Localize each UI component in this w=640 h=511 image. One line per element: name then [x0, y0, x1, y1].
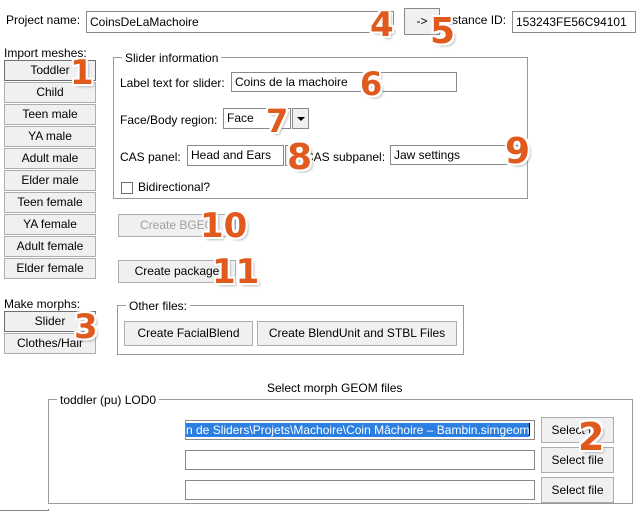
text-caret: [529, 423, 531, 436]
annotation-number-5: 5: [430, 11, 456, 52]
bidirectional-label: Bidirectional?: [138, 180, 211, 194]
morph-geom-path-input-1[interactable]: n de Sliders\Projets\Machoire\Coin Mâcho…: [185, 420, 535, 440]
cas-subpanel-input[interactable]: Jaw settings: [390, 145, 518, 165]
cas-subpanel-label: CAS subpanel:: [305, 150, 386, 164]
annotation-number-1: 1: [70, 53, 94, 93]
annotation-number-3: 3: [74, 307, 98, 347]
morph-geom-path-input-3[interactable]: [185, 480, 535, 500]
create-facialblend-button[interactable]: Create FacialBlend: [124, 321, 253, 346]
main-window: Project name: CoinsDeLaMachoire -> Insta…: [0, 0, 640, 509]
annotation-number-10: 10: [200, 206, 248, 246]
morph-geom-path-value-1: n de Sliders\Projets\Machoire\Coin Mâcho…: [186, 423, 530, 437]
slider-information-title: Slider information: [122, 51, 222, 65]
instance-id-input[interactable]: 153243FE56C94101: [512, 11, 636, 33]
morph-geom-path-input-2[interactable]: [185, 450, 535, 470]
mesh-button-elder-female[interactable]: Elder female: [4, 258, 96, 279]
annotation-number-11: 11: [212, 252, 260, 292]
chevron-down-icon[interactable]: [292, 108, 309, 129]
mesh-button-ya-female[interactable]: YA female: [4, 214, 96, 235]
project-name-input[interactable]: CoinsDeLaMachoire: [86, 11, 394, 33]
make-morphs-label: Make morphs:: [4, 297, 81, 311]
cas-panel-combobox[interactable]: Head and Ears: [187, 145, 302, 166]
mesh-button-teen-female[interactable]: Teen female: [4, 192, 96, 213]
face-body-region-label: Face/Body region:: [120, 113, 218, 127]
cas-panel-value: Head and Ears: [187, 145, 284, 166]
annotation-number-9: 9: [505, 131, 531, 172]
mesh-button-teen-male[interactable]: Teen male: [4, 104, 96, 125]
morph-geom-group-title: toddler (pu) LOD0: [57, 393, 160, 407]
mesh-button-elder-male[interactable]: Elder male: [4, 170, 96, 191]
mesh-button-adult-male[interactable]: Adult male: [4, 148, 96, 169]
select-file-button-3[interactable]: Select file: [541, 477, 614, 503]
label-text-for-slider-input[interactable]: Coins de la machoire: [231, 72, 457, 92]
project-name-label: Project name:: [6, 13, 81, 27]
annotation-number-8: 8: [287, 137, 313, 178]
other-files-title: Other files:: [126, 299, 191, 313]
cas-panel-label: CAS panel:: [120, 150, 181, 164]
annotation-number-4: 4: [370, 5, 394, 45]
annotation-number-2: 2: [578, 415, 605, 459]
morph-geom-heading: Select morph GEOM files: [267, 381, 403, 395]
mesh-button-ya-male[interactable]: YA male: [4, 126, 96, 147]
label-text-for-slider-label: Label text for slider:: [120, 76, 225, 90]
annotation-number-7: 7: [266, 102, 289, 140]
bidirectional-checkbox[interactable]: [121, 182, 133, 194]
annotation-number-6: 6: [360, 65, 383, 103]
create-blendunit-stbl-button[interactable]: Create BlendUnit and STBL Files: [257, 321, 457, 346]
mesh-button-adult-female[interactable]: Adult female: [4, 236, 96, 257]
